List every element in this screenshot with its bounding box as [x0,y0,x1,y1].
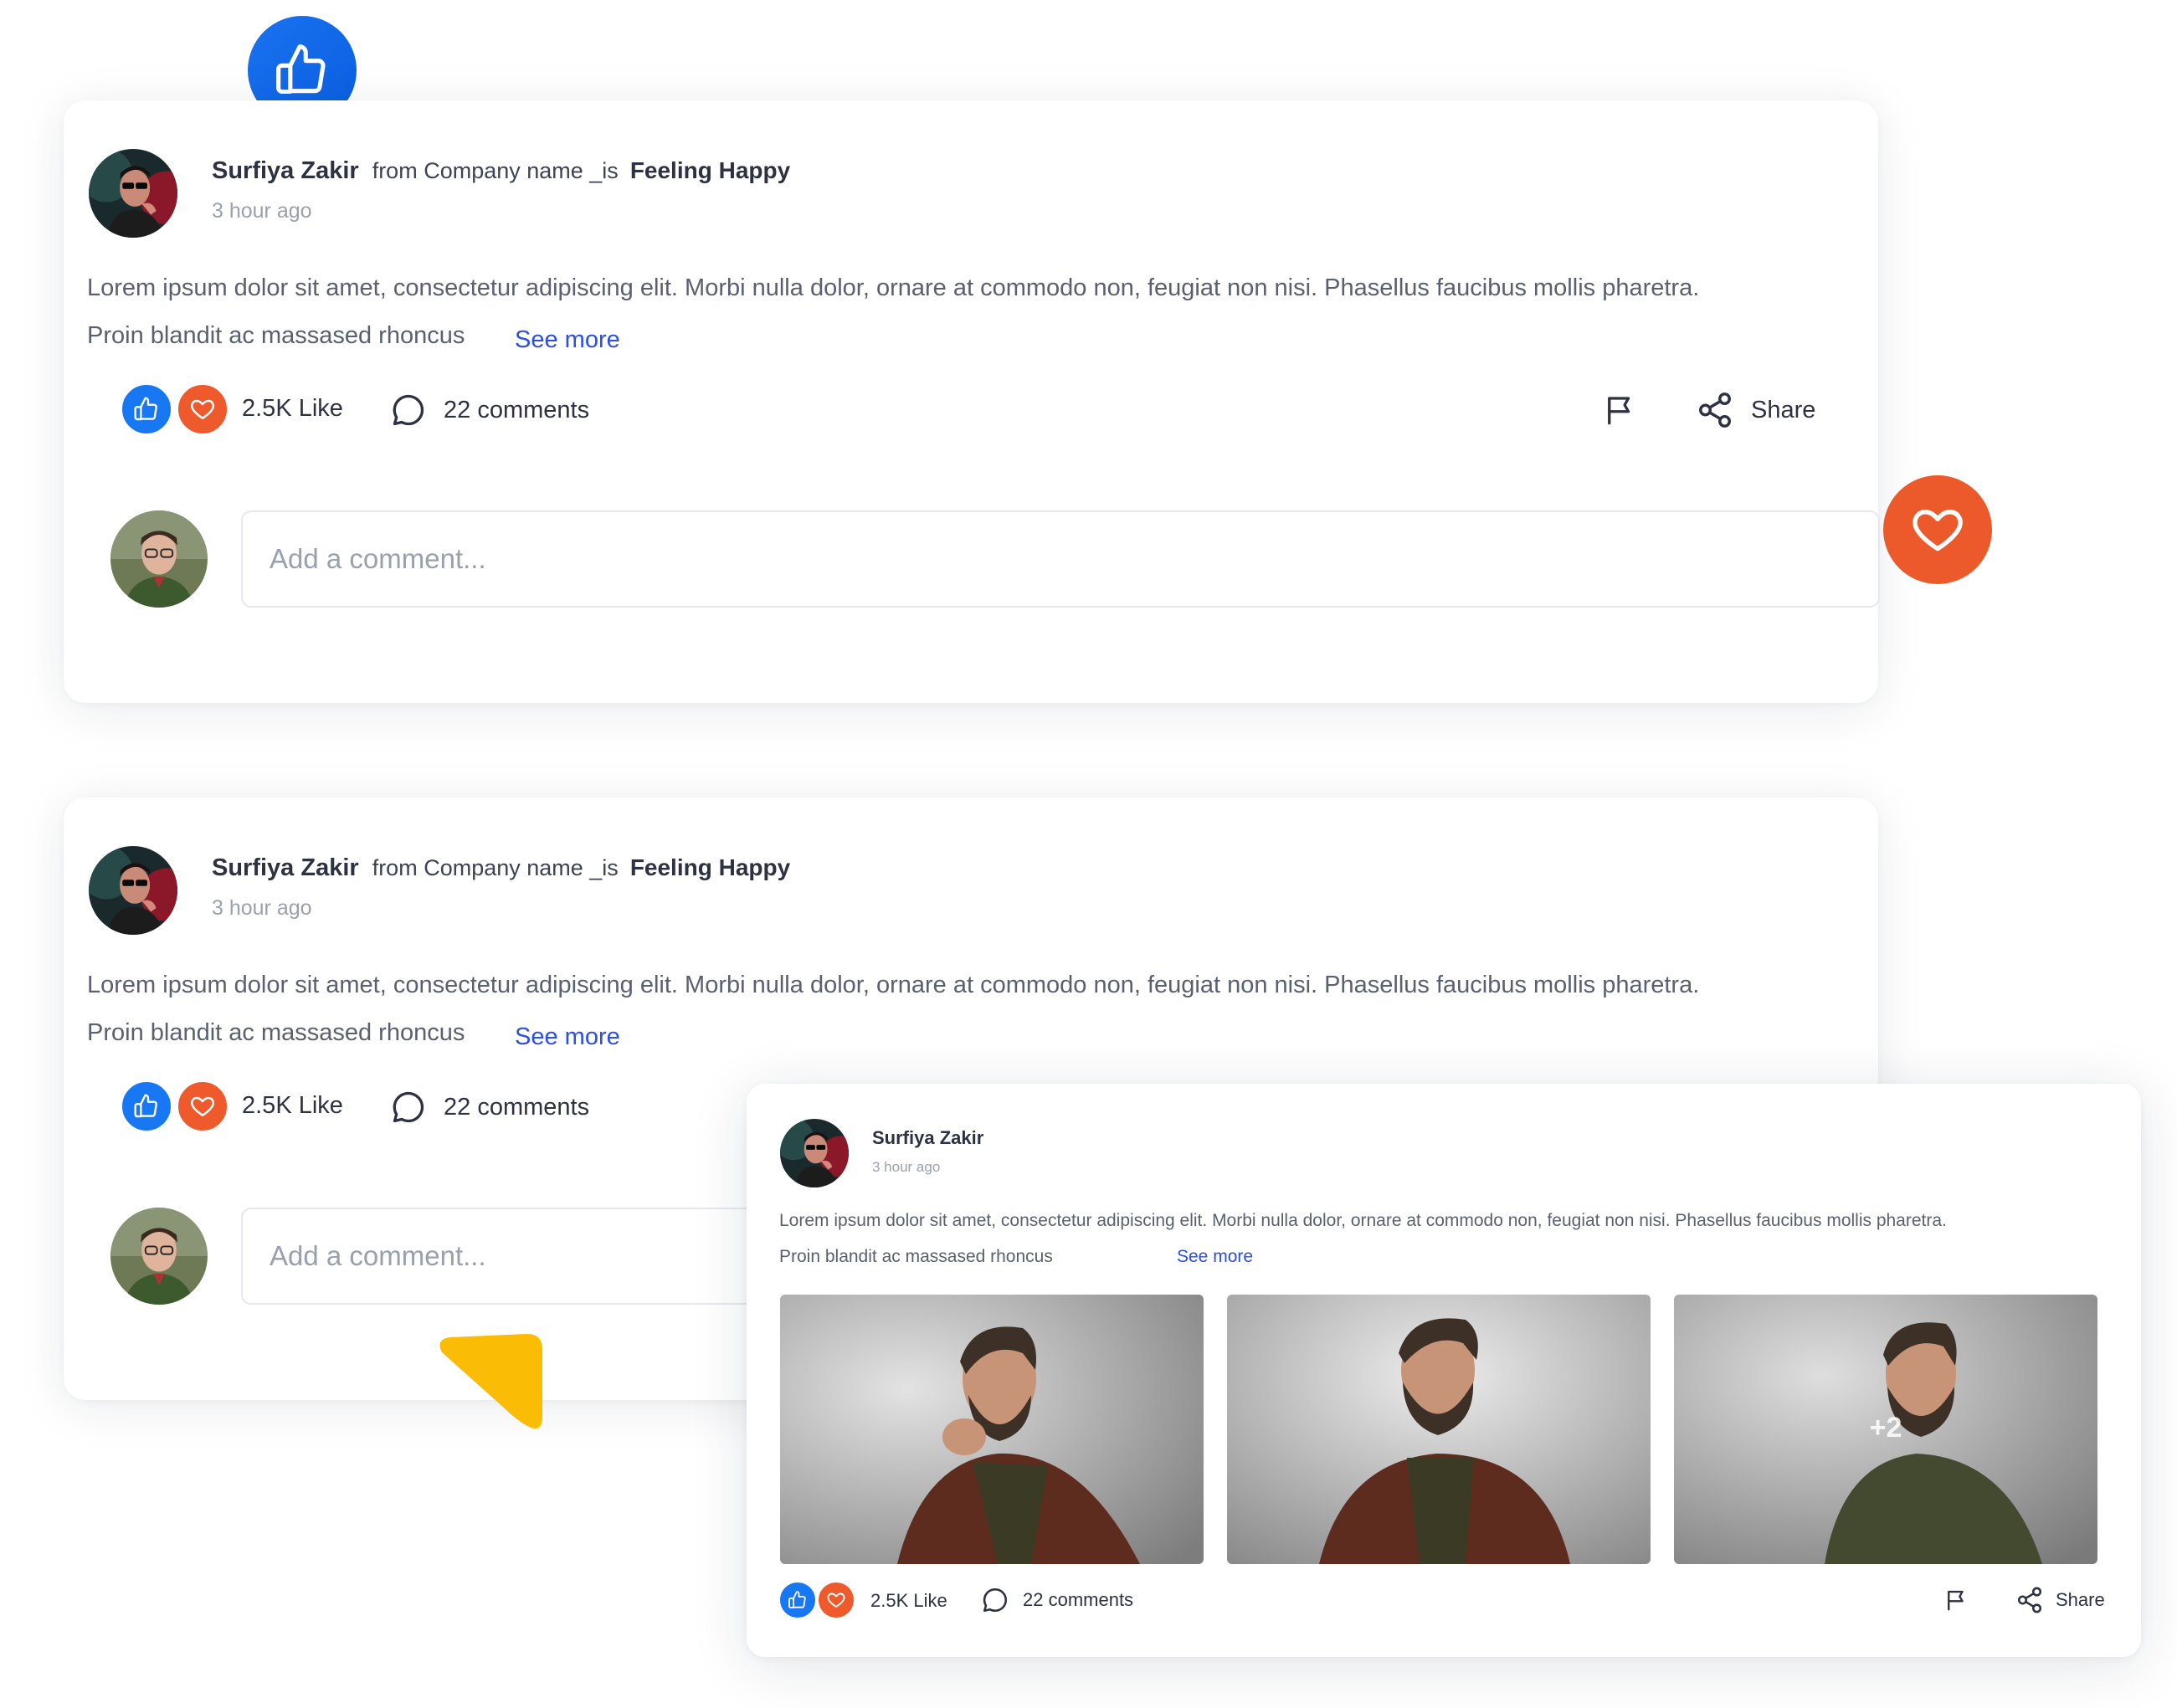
author-name[interactable]: Surfiya Zakir [212,854,359,882]
share-button[interactable]: Share [1696,391,1815,429]
see-more-link[interactable]: See more [515,1023,620,1051]
share-label: Share [2056,1589,2105,1610]
author-name[interactable]: Surfiya Zakir [212,157,359,185]
current-user-avatar[interactable] [110,1208,208,1305]
post-time: 3 hour ago [212,199,312,223]
thumbs-up-icon [133,396,160,423]
share-label: Share [1751,396,1816,423]
post-body-line: Proin blandit ac massased rhoncus [87,1019,465,1046]
heart-icon [189,396,216,423]
post-photo[interactable] [1227,1295,1651,1564]
comment-input[interactable] [241,510,1880,608]
post-photo[interactable]: +2 [1674,1295,2097,1564]
love-reaction[interactable] [176,1080,229,1133]
like-reaction[interactable] [778,1581,817,1619]
pointer-cursor-icon [439,1333,542,1429]
author-company: from Company name _is [372,158,619,183]
post-card: Surfiya Zakir from Company name _is Feel… [64,100,1880,703]
post-body-line: Lorem ipsum dolor sit amet, consectetur … [779,1211,1947,1230]
report-button[interactable] [1602,392,1637,428]
post-author-line: Surfiya Zakir from Company name _is Feel… [212,157,790,185]
share-icon [2015,1586,2044,1614]
like-count[interactable]: 2.5K Like [870,1590,947,1612]
author-avatar[interactable] [89,149,177,238]
floating-heart-badge [1883,475,1992,584]
see-more-link[interactable]: See more [515,326,620,354]
comment-icon [390,392,427,428]
feeling-status: Feeling Happy [629,157,791,183]
love-reaction[interactable] [176,382,229,436]
post-body-line: Proin blandit ac massased rhoncus [87,322,465,349]
author-avatar[interactable] [780,1119,849,1187]
author-name[interactable]: Surfiya Zakir [872,1127,983,1149]
comment-count: 22 comments [1023,1589,1134,1610]
post-photo[interactable] [780,1295,1204,1564]
post-author-line: Surfiya Zakir [872,1127,983,1149]
post-author-line: Surfiya Zakir from Company name _is Feel… [212,854,790,882]
comment-icon [981,1586,1009,1614]
like-count[interactable]: 2.5K Like [242,395,343,423]
more-photos-count[interactable]: +2 [1674,1412,2097,1444]
like-count[interactable]: 2.5K Like [242,1092,343,1120]
feeling-status: Feeling Happy [629,854,791,880]
current-user-avatar[interactable] [110,510,208,608]
thumbs-up-icon [788,1590,808,1610]
love-reaction[interactable] [817,1581,855,1619]
like-reaction[interactable] [120,1080,173,1133]
gallery-post-card: Surfiya Zakir 3 hour ago Lorem ipsum dol… [747,1084,2141,1657]
heart-icon [826,1590,846,1610]
post-body-line: Lorem ipsum dolor sit amet, consectetur … [87,274,1700,301]
report-button[interactable] [1943,1587,1969,1613]
comments-button[interactable]: 22 comments [390,392,589,428]
comment-count: 22 comments [444,396,590,423]
share-icon [1696,391,1734,429]
like-reaction[interactable] [120,382,173,436]
post-body-line: Lorem ipsum dolor sit amet, consectetur … [87,972,1700,998]
share-button[interactable]: Share [2015,1586,2105,1614]
comments-button[interactable]: 22 comments [981,1586,1133,1614]
author-avatar[interactable] [89,846,177,935]
thumbs-up-icon [274,42,331,99]
author-company: from Company name _is [372,855,619,880]
comment-count: 22 comments [444,1093,590,1121]
heart-icon [1909,501,1966,558]
post-body-line: Proin blandit ac massased rhoncus [779,1247,1053,1266]
heart-icon [189,1093,216,1120]
post-time: 3 hour ago [212,896,312,920]
flag-icon [1602,392,1637,428]
comments-button[interactable]: 22 comments [390,1089,589,1126]
flag-icon [1943,1587,1969,1613]
see-more-link[interactable]: See more [1177,1247,1253,1267]
thumbs-up-icon [133,1093,160,1120]
comment-icon [390,1089,427,1126]
post-time: 3 hour ago [872,1159,941,1175]
